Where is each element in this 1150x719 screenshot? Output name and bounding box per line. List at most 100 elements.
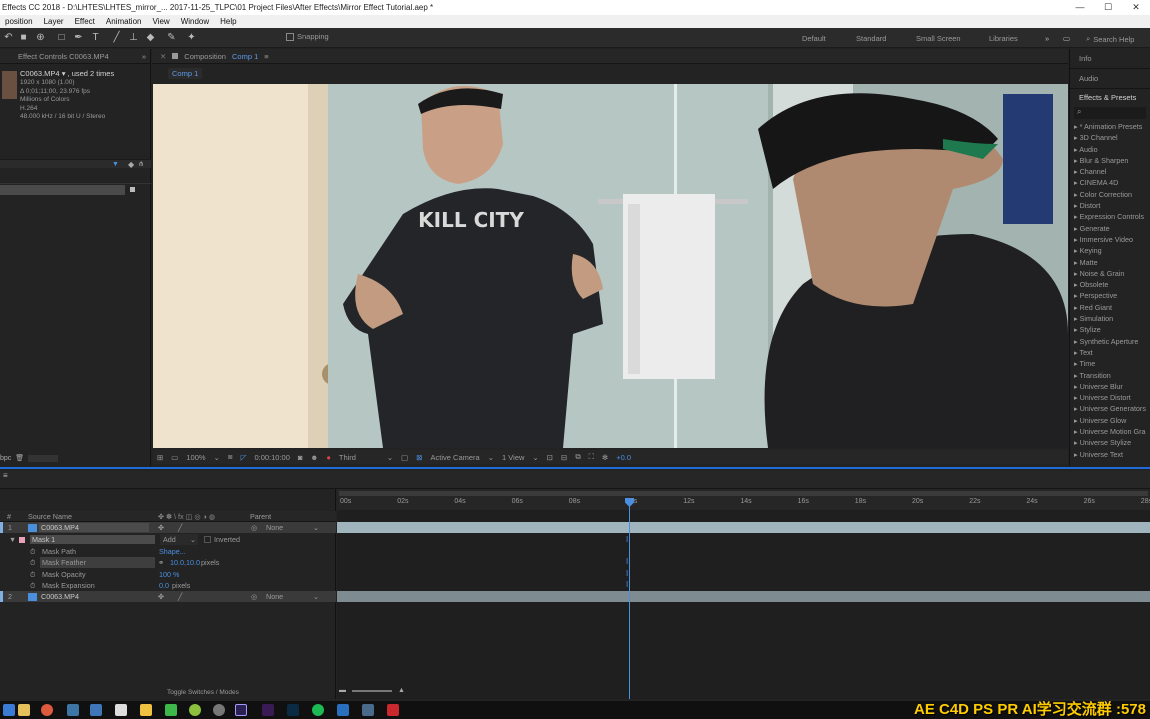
pan-behind-icon[interactable]: ⊕ bbox=[34, 31, 47, 44]
prop-row-mask-feather[interactable]: ⏱ Mask Feather ⚭ 10.0,10.0 pixels bbox=[0, 557, 336, 569]
minimize-icon[interactable]: — bbox=[1066, 0, 1094, 15]
inverted-checkbox[interactable] bbox=[204, 536, 211, 543]
premiere-icon[interactable] bbox=[262, 704, 274, 716]
effect-category[interactable]: ▸ Obsolete bbox=[1070, 279, 1150, 290]
transparency-grid-icon[interactable]: ⊠ bbox=[416, 453, 422, 462]
app-icon[interactable] bbox=[189, 704, 201, 716]
current-time-indicator[interactable] bbox=[629, 503, 630, 699]
fast-preview-icon[interactable]: ⊡ bbox=[547, 453, 553, 462]
work-area-bar[interactable] bbox=[339, 491, 1148, 496]
keyframe-marker[interactable]: I bbox=[626, 580, 628, 589]
layer-row-1[interactable]: 1 C0063.MP4 ✤ ╱ ◎ None ⌄ bbox=[0, 522, 336, 534]
app-icon[interactable] bbox=[362, 704, 374, 716]
prop-row-mask-path[interactable]: ⏱ Mask Path Shape... bbox=[0, 546, 336, 557]
stopwatch-icon[interactable]: ⏱ bbox=[30, 569, 36, 580]
quality-switch-icon[interactable]: ╱ bbox=[178, 591, 182, 602]
audio-tab[interactable]: Audio bbox=[1070, 69, 1150, 89]
mask-opacity-value[interactable]: 100 % bbox=[159, 569, 179, 580]
zoom-in-icon[interactable]: ▲ bbox=[398, 687, 405, 694]
effect-category[interactable]: ▸ Universe Stylize bbox=[1070, 437, 1150, 448]
effect-category[interactable]: ▸ Universe Glow bbox=[1070, 415, 1150, 426]
column-icon[interactable]: ⋔ bbox=[138, 160, 144, 168]
effect-category[interactable]: ▸ Stylize bbox=[1070, 324, 1150, 335]
menu-effect[interactable]: Effect bbox=[70, 17, 101, 26]
filter-dropdown-icon[interactable]: ▼ bbox=[112, 161, 119, 168]
effect-category[interactable]: ▸ Expression Controls bbox=[1070, 211, 1150, 222]
view-layout-dropdown[interactable]: 1 View bbox=[502, 453, 524, 462]
camera-icon[interactable]: ■ bbox=[17, 31, 30, 44]
panel-menu-icon[interactable]: ≡ bbox=[264, 49, 268, 64]
prop-row-mask-expansion[interactable]: ⏱ Mask Expansion 0.0 pixels bbox=[0, 580, 336, 591]
effect-category[interactable]: ▸ Channel bbox=[1070, 166, 1150, 177]
snapping-checkbox[interactable] bbox=[286, 32, 294, 41]
mail-icon[interactable] bbox=[115, 704, 127, 716]
channel-icon[interactable]: ● bbox=[326, 453, 331, 462]
mask-expansion-value[interactable]: 0.0 bbox=[159, 580, 169, 591]
time-ruler[interactable]: 00s02s04s06s08s10s12s14s16s18s20s22s24s2… bbox=[337, 489, 1150, 510]
app-icon[interactable] bbox=[387, 704, 399, 716]
keyframe-marker[interactable]: I bbox=[626, 569, 628, 578]
keyframe-marker[interactable]: I bbox=[626, 557, 628, 566]
effect-category[interactable]: ▸ Synthetic Aperture bbox=[1070, 336, 1150, 347]
effect-category[interactable]: ▸ Matte bbox=[1070, 257, 1150, 268]
effect-category[interactable]: ▸ Color Correction bbox=[1070, 189, 1150, 200]
chevron-down-icon[interactable]: ⌄ bbox=[214, 453, 220, 462]
parent-dropdown[interactable]: None ⌄ bbox=[266, 591, 321, 602]
clone-stamp-icon[interactable]: ⊥ bbox=[127, 31, 140, 44]
workspace-small-screen[interactable]: Small Screen bbox=[916, 34, 961, 43]
mask-path-value[interactable]: Shape... bbox=[159, 546, 186, 557]
mask-color-swatch[interactable] bbox=[19, 537, 25, 543]
workspace-default[interactable]: Default bbox=[802, 34, 826, 43]
mask-feather-value[interactable]: 10.0,10.0 bbox=[170, 557, 200, 568]
chrome-icon[interactable] bbox=[41, 704, 53, 716]
spotify-icon[interactable] bbox=[312, 704, 324, 716]
show-snapshot-icon[interactable]: ☻ bbox=[310, 453, 318, 462]
start-icon[interactable] bbox=[3, 704, 15, 716]
timeline-tracks[interactable]: 00s02s04s06s08s10s12s14s16s18s20s22s24s2… bbox=[337, 489, 1150, 699]
effect-category[interactable]: ▸ Noise & Grain bbox=[1070, 268, 1150, 279]
layer-row-2[interactable]: 2 C0063.MP4 ✤ ╱ ◎ None ⌄ bbox=[0, 591, 336, 603]
effects-search-input[interactable]: ⌕ bbox=[1074, 107, 1146, 119]
brush-tool-icon[interactable]: ╱ bbox=[110, 31, 123, 44]
steam-icon[interactable] bbox=[67, 704, 79, 716]
source-name-header[interactable]: Source Name bbox=[28, 511, 72, 522]
chevron-down-icon[interactable]: ⌄ bbox=[532, 453, 538, 462]
roto-brush-icon[interactable]: ✎ bbox=[165, 31, 178, 44]
eraser-icon[interactable]: ◆ bbox=[144, 31, 157, 44]
menu-view[interactable]: View bbox=[147, 17, 175, 26]
comp-tab[interactable]: Comp 1 bbox=[232, 49, 258, 64]
mask-mode-dropdown[interactable]: Add ⌄ bbox=[160, 534, 198, 546]
explorer-icon[interactable] bbox=[18, 704, 30, 716]
app-icon[interactable] bbox=[90, 704, 102, 716]
info-tab[interactable]: Info bbox=[1070, 49, 1150, 69]
quality-switch-icon[interactable]: ╱ bbox=[178, 522, 182, 533]
effect-category[interactable]: ▸ Universe Generators bbox=[1070, 403, 1150, 414]
project-row[interactable] bbox=[0, 173, 151, 184]
composition-viewer[interactable]: KILL CITY bbox=[153, 84, 1068, 448]
maximize-icon[interactable]: ☐ bbox=[1094, 0, 1122, 15]
project-footer-slider[interactable] bbox=[28, 454, 59, 462]
effect-category[interactable]: ▸ 3D Channel bbox=[1070, 132, 1150, 143]
camera-dropdown[interactable]: Active Camera bbox=[431, 453, 480, 462]
rotate-icon[interactable]: ↶ bbox=[2, 31, 15, 44]
effect-category[interactable]: ▸ Generate bbox=[1070, 223, 1150, 234]
effect-category[interactable]: ▸ Simulation bbox=[1070, 313, 1150, 324]
resolution-dropdown[interactable]: Third bbox=[339, 453, 379, 462]
menu-animation[interactable]: Animation bbox=[101, 17, 148, 26]
effect-category[interactable]: ▸ Perspective bbox=[1070, 290, 1150, 301]
snapping-toggle[interactable]: Snapping bbox=[286, 32, 329, 41]
exposure-value[interactable]: +0.0 bbox=[616, 453, 631, 462]
puppet-pin-icon[interactable]: ✦ bbox=[185, 31, 198, 44]
effect-category[interactable]: ▸ CINEMA 4D bbox=[1070, 177, 1150, 188]
grid-icon[interactable]: ⊞ bbox=[157, 453, 163, 462]
shy-switch-icon[interactable]: ✤ bbox=[158, 522, 164, 533]
sticky-notes-icon[interactable] bbox=[140, 704, 152, 716]
pen-tool-icon[interactable]: ✒ bbox=[72, 31, 85, 44]
timeline-menu-icon[interactable]: ≡ bbox=[3, 471, 8, 480]
effect-category[interactable]: ▸ Keying bbox=[1070, 245, 1150, 256]
chevron-down-icon[interactable]: ⌄ bbox=[387, 453, 393, 462]
app-icon[interactable] bbox=[213, 704, 225, 716]
search-help[interactable]: ⌕ Search Help bbox=[1086, 34, 1134, 44]
bpc-toggle[interactable]: bpc bbox=[0, 455, 11, 462]
effect-category[interactable]: ▸ Transition bbox=[1070, 370, 1150, 381]
